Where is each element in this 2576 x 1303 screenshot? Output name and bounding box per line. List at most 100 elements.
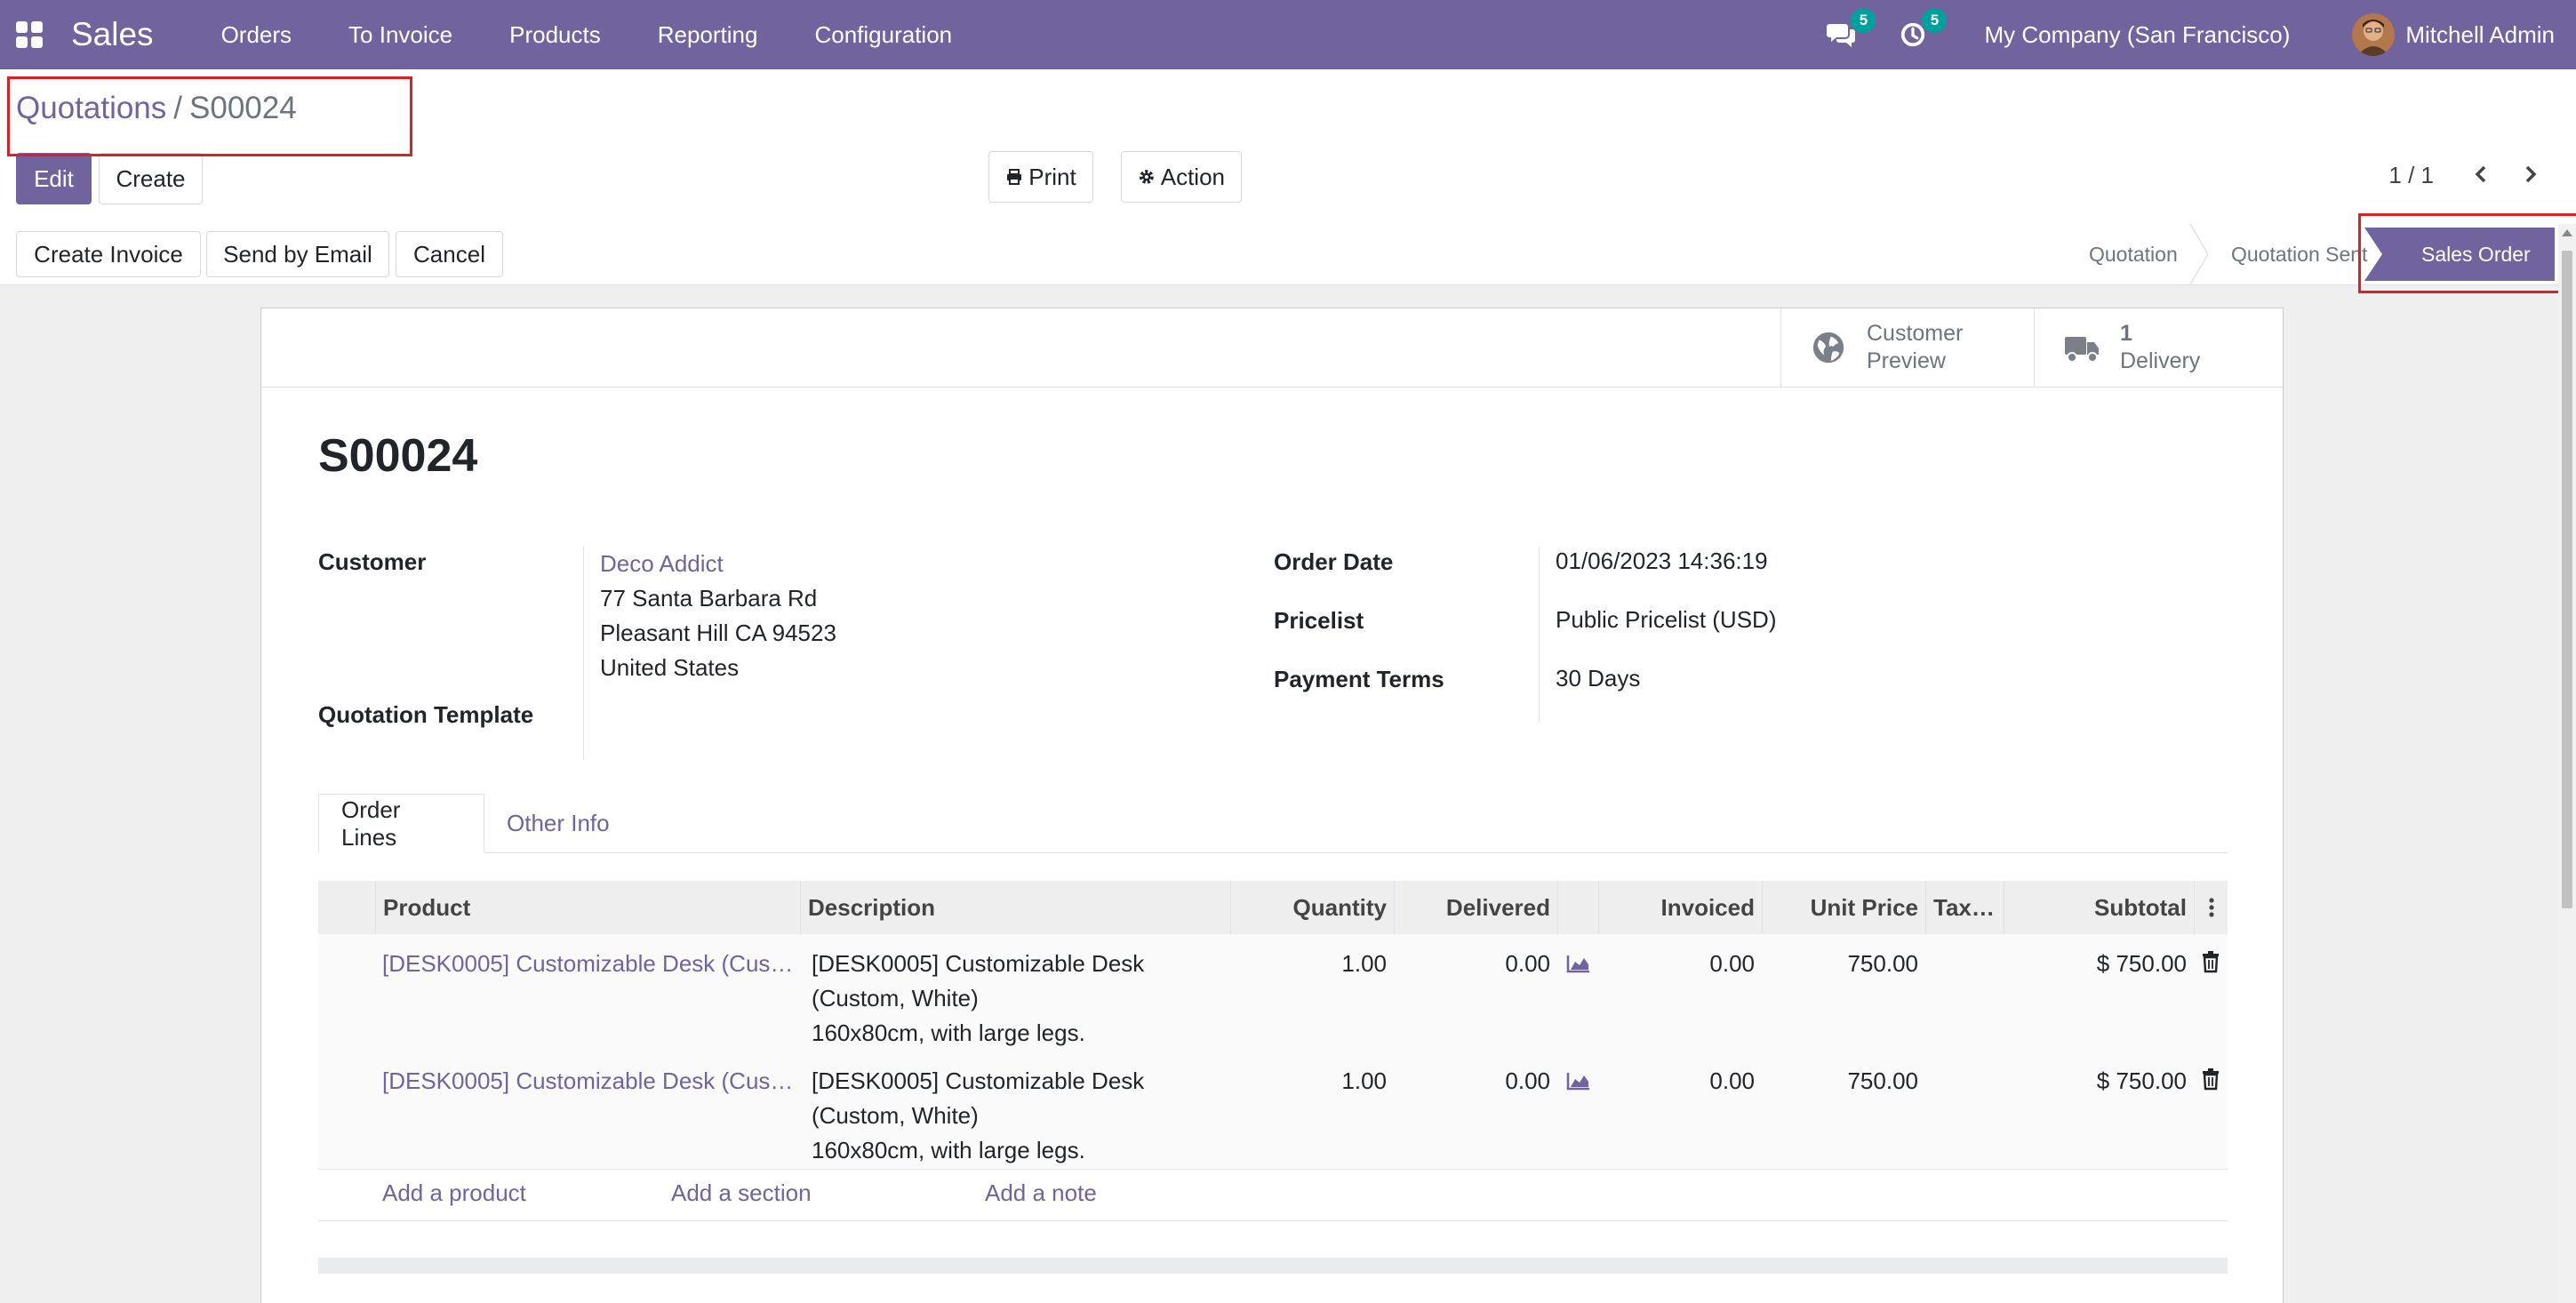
chevron-left-icon bbox=[2475, 165, 2486, 183]
menu-products[interactable]: Products bbox=[509, 21, 601, 49]
pager-previous-button[interactable] bbox=[2467, 160, 2495, 188]
print-icon bbox=[1007, 169, 1022, 185]
col-quantity[interactable]: Quantity bbox=[1230, 881, 1394, 934]
sales-order-form-view: Sales Orders To Invoice Products Reporti… bbox=[0, 0, 2576, 1303]
forecast-chart-icon[interactable] bbox=[1566, 1071, 1591, 1091]
chevron-right-icon bbox=[2525, 165, 2537, 183]
row-description: [DESK0005] Customizable Desk (Custom, Wh… bbox=[812, 947, 1220, 1051]
pager-value[interactable]: 1 / 1 bbox=[2388, 162, 2434, 189]
tab-other-info[interactable]: Other Info bbox=[484, 794, 632, 852]
col-product[interactable]: Product bbox=[375, 881, 800, 934]
col-unit-price[interactable]: Unit Price bbox=[1762, 881, 1925, 934]
row-invoiced: 0.00 bbox=[1709, 1067, 1755, 1094]
order-date-label: Order Date bbox=[1274, 548, 1394, 575]
menu-to-invoice[interactable]: To Invoice bbox=[348, 21, 452, 49]
field-divider-left bbox=[583, 547, 584, 760]
pricelist-label: Pricelist bbox=[1274, 607, 1364, 634]
top-navbar: Sales Orders To Invoice Products Reporti… bbox=[0, 0, 2576, 69]
col-subtotal[interactable]: Subtotal bbox=[2004, 881, 2194, 934]
menu-reporting[interactable]: Reporting bbox=[658, 21, 758, 49]
menu-orders[interactable]: Orders bbox=[221, 21, 292, 49]
action-label: Action bbox=[1160, 163, 1225, 190]
row-description-line2: (Custom, White) bbox=[812, 985, 979, 1011]
cancel-button[interactable]: Cancel bbox=[396, 231, 503, 277]
trash-icon[interactable] bbox=[2201, 950, 2220, 973]
send-by-email-button[interactable]: Send by Email bbox=[206, 231, 389, 277]
user-menu[interactable]: Mitchell Admin bbox=[2405, 21, 2555, 49]
row-quantity: 1.00 bbox=[1341, 950, 1387, 977]
customer-value: Deco Addict 77 Santa Barbara Rd Pleasant… bbox=[600, 547, 836, 685]
row-product[interactable]: [DESK0005] Customizable Desk (Cus… bbox=[382, 947, 795, 981]
gear-icon bbox=[1139, 170, 1154, 184]
status-sales-order[interactable]: Sales Order bbox=[2421, 224, 2531, 284]
add-product-link[interactable]: Add a product bbox=[382, 1179, 526, 1207]
col-description[interactable]: Description bbox=[800, 881, 1230, 934]
customer-preview-text: Customer Preview bbox=[1867, 320, 1963, 375]
add-section-link[interactable]: Add a section bbox=[671, 1179, 812, 1207]
col-delivered[interactable]: Delivered bbox=[1394, 881, 1557, 934]
edit-button[interactable]: Edit bbox=[16, 153, 92, 204]
table-footer-strip bbox=[318, 1258, 2228, 1274]
pager-next-button[interactable] bbox=[2516, 160, 2545, 188]
row-description: [DESK0005] Customizable Desk (Custom, Wh… bbox=[812, 1064, 1220, 1168]
smart-button-box: Customer Preview 1 Delivery bbox=[261, 308, 2283, 388]
customer-preview-button[interactable]: Customer Preview bbox=[1780, 308, 2035, 387]
row-subtotal: $ 750.00 bbox=[2096, 1067, 2187, 1094]
customer-preview-line2: Preview bbox=[1867, 348, 1946, 373]
status-quotation-sent[interactable]: Quotation Sent bbox=[2231, 224, 2367, 284]
company-switcher[interactable]: My Company (San Francisco) bbox=[1984, 21, 2290, 49]
row-description-line1: [DESK0005] Customizable Desk bbox=[812, 950, 1145, 977]
address-line2: Pleasant Hill CA 94523 bbox=[600, 620, 836, 646]
avatar[interactable] bbox=[2352, 13, 2396, 56]
row-delivered: 0.00 bbox=[1505, 950, 1550, 977]
app-brand[interactable]: Sales bbox=[71, 16, 154, 53]
messages-badge: 5 bbox=[1851, 8, 1876, 33]
status-quotation[interactable]: Quotation bbox=[2089, 224, 2178, 284]
apps-menu-button[interactable] bbox=[0, 0, 59, 69]
quotation-template-label: Quotation Template bbox=[318, 701, 534, 728]
trash-icon[interactable] bbox=[2201, 1067, 2220, 1091]
row-description-line3: 160x80cm, with large legs. bbox=[812, 1019, 1085, 1046]
tab-order-lines[interactable]: Order Lines bbox=[318, 794, 484, 853]
row-product[interactable]: [DESK0005] Customizable Desk (Cus… bbox=[382, 1064, 795, 1099]
col-forecast bbox=[1557, 881, 1598, 934]
delivery-count: 1 bbox=[2120, 321, 2132, 346]
row-invoiced: 0.00 bbox=[1709, 950, 1755, 977]
col-taxes[interactable]: Tax… bbox=[1925, 881, 2004, 934]
scroll-up-arrow[interactable] bbox=[2562, 229, 2572, 236]
pricelist-value: Public Pricelist (USD) bbox=[1556, 606, 1777, 633]
row-unit-price: 750.00 bbox=[1847, 950, 1918, 977]
delivery-button[interactable]: 1 Delivery bbox=[2034, 308, 2284, 387]
column-options-button[interactable] bbox=[2194, 881, 2228, 934]
action-button[interactable]: Action bbox=[1121, 151, 1242, 203]
table-row[interactable]: [DESK0005] Customizable Desk (Cus… [DESK… bbox=[318, 934, 2228, 1052]
breadcrumb-current: S00024 bbox=[189, 91, 297, 125]
customer-label: Customer bbox=[318, 548, 427, 575]
kebab-icon bbox=[2208, 898, 2214, 917]
table-row[interactable]: [DESK0005] Customizable Desk (Cus… [DESK… bbox=[318, 1051, 2228, 1170]
record-title: S00024 bbox=[318, 430, 478, 482]
form-statusbar: Create Invoice Send by Email Cancel Quot… bbox=[0, 224, 2576, 285]
forecast-chart-icon[interactable] bbox=[1566, 954, 1591, 973]
row-unit-price: 750.00 bbox=[1847, 1067, 1918, 1094]
breadcrumb-quotations-link[interactable]: Quotations bbox=[16, 91, 166, 126]
activities-menu[interactable]: 5 bbox=[1895, 8, 1948, 52]
messages-menu[interactable]: 5 bbox=[1824, 8, 1876, 52]
avatar-image bbox=[2352, 13, 2396, 56]
create-invoice-button[interactable]: Create Invoice bbox=[16, 231, 201, 277]
scroll-thumb[interactable] bbox=[2562, 251, 2572, 908]
scrollbar[interactable] bbox=[2558, 224, 2576, 1303]
field-divider-right bbox=[1539, 547, 1540, 723]
add-note-link[interactable]: Add a note bbox=[985, 1179, 1097, 1207]
form-sheet: Customer Preview 1 Delivery S00024 Custo bbox=[260, 308, 2284, 1303]
breadcrumb: Quotations / S00024 bbox=[16, 91, 297, 126]
menu-configuration[interactable]: Configuration bbox=[814, 21, 952, 49]
print-button[interactable]: Print bbox=[988, 151, 1093, 203]
col-invoiced[interactable]: Invoiced bbox=[1598, 881, 1762, 934]
customer-preview-line1: Customer bbox=[1867, 321, 1964, 346]
payment-terms-value: 30 Days bbox=[1556, 665, 1641, 691]
row-quantity: 1.00 bbox=[1341, 1067, 1387, 1094]
customer-link[interactable]: Deco Addict bbox=[600, 547, 836, 581]
breadcrumb-separator: / bbox=[173, 91, 183, 125]
create-button[interactable]: Create bbox=[99, 153, 203, 204]
